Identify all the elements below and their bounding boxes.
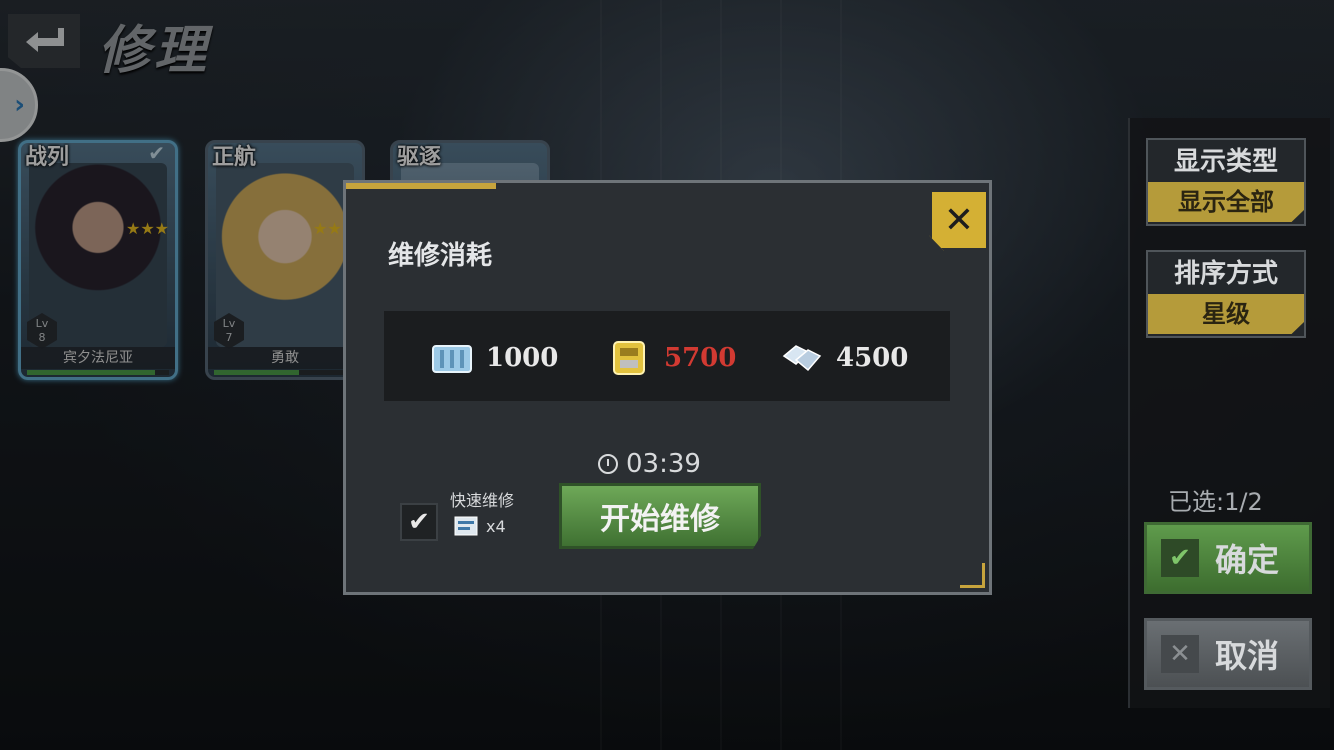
confirm-button[interactable]: ✔ 确定 (1144, 522, 1312, 594)
timer-value: 03:39 (626, 449, 701, 479)
clock-icon (598, 454, 618, 474)
repair-ticket-icon (454, 516, 478, 536)
check-icon: ✔ (408, 507, 430, 537)
check-icon: ✔ (1161, 539, 1199, 577)
start-repair-button[interactable]: 开始维修 (559, 483, 761, 549)
cost-value: 1000 (486, 343, 559, 373)
dialog-corner-accent (960, 563, 985, 588)
steel-icon (782, 345, 822, 372)
cancel-label: 取消 (1215, 637, 1280, 675)
sort-order-filter[interactable]: 排序方式 星级 (1146, 250, 1306, 338)
selected-count: 已选:1/2 (1168, 488, 1263, 516)
close-button[interactable]: ✕ (929, 189, 989, 251)
cost-ammo: 5700 (608, 341, 736, 375)
fast-repair-checkbox[interactable]: ✔ (400, 503, 438, 541)
cost-supply: 1000 (430, 341, 558, 375)
confirm-label: 确定 (1215, 541, 1280, 579)
ammo-icon (613, 341, 645, 375)
display-type-filter[interactable]: 显示类型 显示全部 (1146, 138, 1306, 226)
cost-steel: 4500 (780, 341, 908, 375)
fast-repair-label: 快速维修 (450, 491, 515, 510)
close-icon: ✕ (943, 199, 975, 241)
repair-cost-dialog: 维修消耗 ✕ 1000 5700 4500 03:39 ✔ 快速维修 x4 开始… (343, 180, 992, 595)
sort-order-value: 星级 (1148, 294, 1304, 334)
cost-value: 4500 (836, 343, 909, 373)
cost-row: 1000 5700 4500 (384, 311, 950, 401)
cost-value: 5700 (664, 343, 737, 373)
fast-repair-count: x4 (486, 516, 506, 536)
sort-order-label: 排序方式 (1173, 259, 1278, 289)
display-type-value: 显示全部 (1148, 182, 1304, 222)
fast-repair-item: x4 (454, 515, 506, 537)
supply-crate-icon (432, 345, 472, 373)
cancel-button[interactable]: ✕ 取消 (1144, 618, 1312, 690)
display-type-label: 显示类型 (1173, 147, 1278, 177)
dialog-title: 维修消耗 (388, 241, 493, 271)
x-icon: ✕ (1161, 635, 1199, 673)
repair-timer: 03:39 (598, 449, 701, 479)
